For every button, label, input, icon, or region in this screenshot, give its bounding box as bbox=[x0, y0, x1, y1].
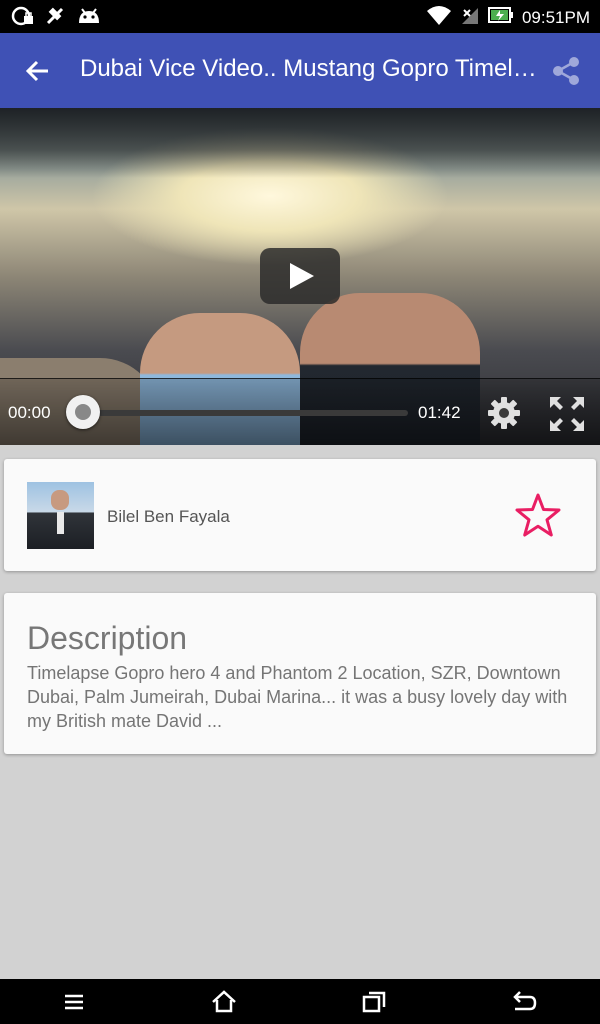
signal-off-icon bbox=[44, 5, 66, 32]
description-card: Description Timelapse Gopro hero 4 and P… bbox=[4, 593, 596, 754]
home-button[interactable] bbox=[210, 989, 238, 1015]
seek-bar[interactable] bbox=[84, 410, 408, 416]
battery-charging-icon bbox=[487, 6, 514, 29]
back-button[interactable] bbox=[20, 53, 56, 89]
back-icon bbox=[510, 991, 538, 1019]
app-bar: Dubai Vice Video.. Mustang Gopro Timelap… bbox=[0, 33, 600, 108]
settings-button[interactable] bbox=[486, 395, 522, 431]
gear-icon bbox=[486, 397, 522, 435]
arrow-back-icon bbox=[20, 60, 56, 93]
avatar[interactable] bbox=[27, 482, 94, 549]
fullscreen-icon bbox=[548, 397, 586, 437]
current-time: 00:00 bbox=[8, 403, 51, 422]
video-player[interactable]: 00:00 01:42 bbox=[0, 108, 600, 445]
android-icon bbox=[76, 5, 102, 32]
favorite-button[interactable] bbox=[514, 491, 562, 539]
video-controls: 00:00 01:42 bbox=[0, 378, 600, 445]
seek-thumb[interactable] bbox=[66, 395, 100, 429]
status-bar: 09:51PM bbox=[0, 0, 600, 33]
play-button[interactable] bbox=[260, 248, 340, 304]
recent-apps-button[interactable] bbox=[360, 989, 388, 1015]
navigation-bar bbox=[0, 979, 600, 1024]
share-button[interactable] bbox=[550, 55, 582, 87]
menu-icon bbox=[60, 994, 88, 1019]
system-back-button[interactable] bbox=[510, 989, 538, 1015]
no-signal-icon bbox=[460, 4, 480, 31]
share-icon bbox=[550, 57, 582, 91]
wifi-icon bbox=[426, 4, 452, 31]
home-icon bbox=[210, 990, 238, 1019]
star-outline-icon bbox=[514, 493, 562, 543]
author-card[interactable]: Bilel Ben Fayala bbox=[4, 459, 596, 571]
rotation-lock-icon bbox=[10, 5, 34, 32]
menu-button[interactable] bbox=[60, 989, 88, 1015]
total-time: 01:42 bbox=[418, 403, 461, 422]
author-name: Bilel Ben Fayala bbox=[107, 507, 230, 526]
recent-apps-icon bbox=[360, 991, 388, 1019]
status-time: 09:51PM bbox=[521, 7, 590, 27]
page-title: Dubai Vice Video.. Mustang Gopro Timelap… bbox=[80, 55, 540, 82]
description-text: Timelapse Gopro hero 4 and Phantom 2 Loc… bbox=[27, 663, 568, 731]
description-heading: Description bbox=[27, 620, 188, 656]
fullscreen-button[interactable] bbox=[548, 395, 586, 433]
